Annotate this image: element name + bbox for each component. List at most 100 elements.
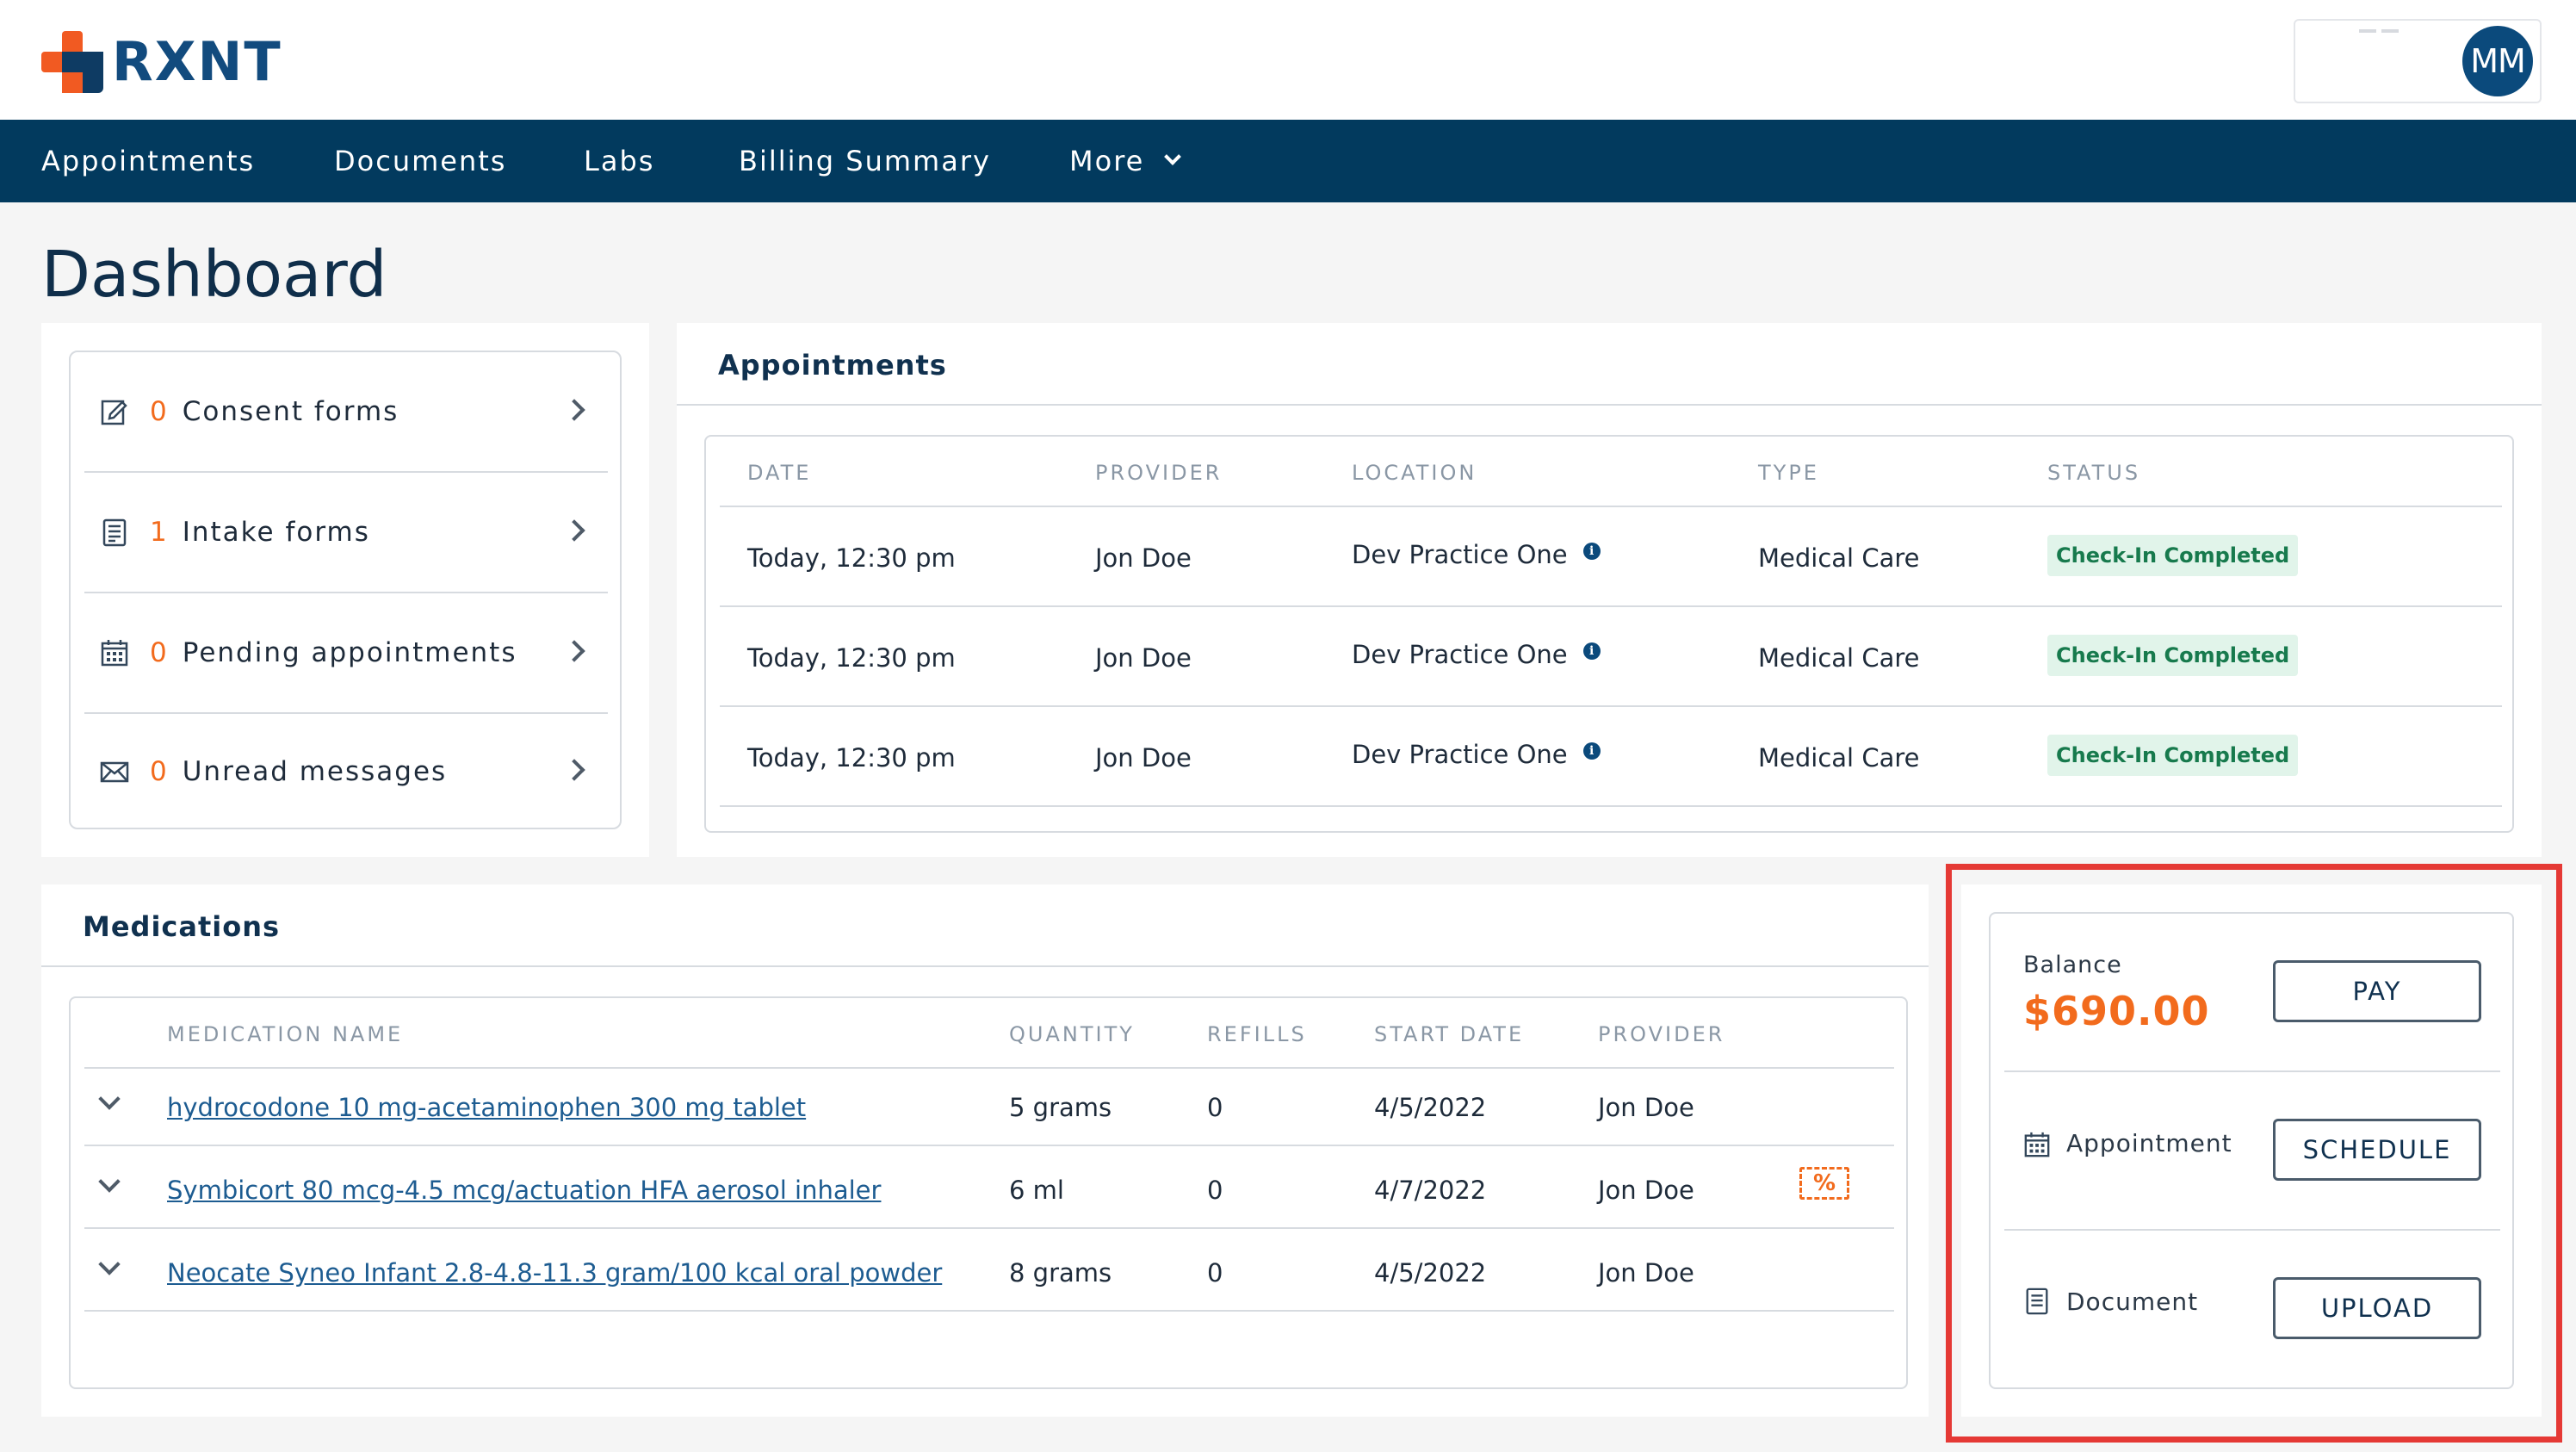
info-icon[interactable]: i	[1582, 642, 1601, 660]
chevron-right-icon	[563, 519, 585, 542]
count: 0	[150, 396, 167, 427]
count: 0	[150, 756, 167, 787]
chevron-right-icon	[563, 640, 585, 662]
nav-label: Appointments	[41, 145, 256, 177]
user-name-placeholder	[2359, 29, 2399, 33]
expand-chevron-icon[interactable]	[98, 1170, 121, 1193]
column-header-quantity: QUANTITY	[1009, 1022, 1135, 1046]
medication-refills: 0	[1207, 1176, 1223, 1205]
status-badge: Check-In Completed	[2047, 735, 2299, 776]
envelope-icon	[100, 761, 129, 783]
upload-button[interactable]: UPLOAD	[2273, 1277, 2481, 1339]
quick-link-label: Consent forms	[182, 396, 399, 427]
nav-label: Documents	[334, 145, 507, 177]
info-icon[interactable]: i	[1582, 742, 1601, 760]
column-header-provider: PROVIDER	[1095, 461, 1223, 485]
quick-link-label: Intake forms	[182, 517, 370, 548]
page-title: Dashboard	[41, 238, 387, 312]
nav-documents[interactable]: Documents	[334, 120, 506, 202]
column-header-provider: PROVIDER	[1598, 1022, 1725, 1046]
appointment-location: Dev Practice One i	[1352, 540, 1601, 569]
logo-cross-icon	[41, 31, 103, 93]
column-header-status: STATUS	[2047, 461, 2141, 485]
quick-link-intake-forms[interactable]: 1 Intake forms	[84, 473, 608, 592]
document-icon	[2026, 1288, 2048, 1315]
appointment-provider: Jon Doe	[1095, 743, 1192, 773]
logo-text: RXNT	[112, 30, 282, 93]
medication-refills: 0	[1207, 1093, 1223, 1122]
nav-more-dropdown[interactable]: More	[1069, 120, 1182, 202]
pay-button[interactable]: PAY	[2273, 960, 2481, 1022]
appointment-date: Today, 12:30 pm	[747, 743, 956, 773]
chevron-down-icon	[1164, 148, 1182, 165]
column-header-location: LOCATION	[1352, 461, 1477, 485]
schedule-button[interactable]: SCHEDULE	[2273, 1119, 2481, 1181]
appointment-provider: Jon Doe	[1095, 543, 1192, 573]
appointments-table: DATE PROVIDER LOCATION TYPE STATUS Today…	[704, 435, 2514, 833]
chevron-right-icon	[563, 399, 585, 421]
appointments-title: Appointments	[718, 349, 947, 382]
quick-link-unread-messages[interactable]: 0 Unread messages	[84, 712, 608, 831]
location-name: Dev Practice One	[1352, 540, 1568, 569]
column-header-type: TYPE	[1758, 461, 1819, 485]
quick-actions-box: Balance $690.00 PAY Appointment SCHEDULE…	[1989, 912, 2514, 1389]
quick-actions-card: Balance $690.00 PAY Appointment SCHEDULE…	[1961, 884, 2542, 1417]
chevron-right-icon	[563, 759, 585, 781]
medication-provider: Jon Doe	[1598, 1258, 1694, 1288]
medication-name[interactable]: Neocate Syneo Infant 2.8-4.8-11.3 gram/1…	[167, 1258, 942, 1288]
column-header-medication-name: MEDICATION NAME	[167, 1022, 404, 1046]
medication-start-date: 4/5/2022	[1374, 1093, 1487, 1122]
column-header-refills: REFILLS	[1207, 1022, 1307, 1046]
status-badge: Check-In Completed	[2047, 635, 2299, 676]
appointment-type: Medical Care	[1758, 743, 1920, 773]
appointment-location: Dev Practice One i	[1352, 640, 1601, 669]
location-name: Dev Practice One	[1352, 740, 1568, 769]
medication-name[interactable]: hydrocodone 10 mg-acetaminophen 300 mg t…	[167, 1093, 806, 1122]
medication-quantity: 8 grams	[1009, 1258, 1112, 1288]
medications-table: MEDICATION NAME QUANTITY REFILLS START D…	[69, 996, 1908, 1389]
nav-label: Billing Summary	[739, 145, 991, 177]
medication-quantity: 6 ml	[1009, 1176, 1064, 1205]
document-label: Document	[2066, 1288, 2199, 1316]
count: 1	[150, 517, 167, 548]
medication-name-link[interactable]: Symbicort 80 mcg-4.5 mcg/actuation HFA a…	[167, 1176, 881, 1205]
medication-quantity: 5 grams	[1009, 1093, 1112, 1122]
medication-refills: 0	[1207, 1258, 1223, 1288]
quick-links-card: 0 Consent forms 1 Intake forms 0 Pending…	[41, 323, 649, 857]
nav-billing-summary[interactable]: Billing Summary	[739, 120, 991, 202]
medication-start-date: 4/5/2022	[1374, 1258, 1487, 1288]
column-header-start-date: START DATE	[1374, 1022, 1525, 1046]
quick-link-pending-appointments[interactable]: 0 Pending appointments	[84, 593, 608, 712]
rxnt-logo[interactable]: RXNT	[41, 29, 282, 95]
appointments-card: Appointments DATE PROVIDER LOCATION TYPE…	[677, 323, 2542, 857]
expand-chevron-icon[interactable]	[98, 1253, 121, 1275]
medication-provider: Jon Doe	[1598, 1176, 1694, 1205]
discount-coupon-icon[interactable]: %	[1799, 1167, 1849, 1200]
medication-name[interactable]: Symbicort 80 mcg-4.5 mcg/actuation HFA a…	[167, 1176, 881, 1205]
appointment-provider: Jon Doe	[1095, 643, 1192, 673]
medication-provider: Jon Doe	[1598, 1093, 1694, 1122]
appointment-type: Medical Care	[1758, 643, 1920, 673]
nav-labs[interactable]: Labs	[584, 120, 654, 202]
medication-name-link[interactable]: hydrocodone 10 mg-acetaminophen 300 mg t…	[167, 1093, 806, 1122]
expand-chevron-icon[interactable]	[98, 1088, 121, 1110]
calendar-icon	[101, 640, 128, 667]
appointment-label: Appointment	[2066, 1129, 2232, 1157]
nav-label: Labs	[584, 145, 655, 177]
appointment-date: Today, 12:30 pm	[747, 543, 956, 573]
medication-name-link[interactable]: Neocate Syneo Infant 2.8-4.8-11.3 gram/1…	[167, 1258, 942, 1288]
balance-amount: $690.00	[2023, 988, 2210, 1034]
appointment-date: Today, 12:30 pm	[747, 643, 956, 673]
quick-link-consent-forms[interactable]: 0 Consent forms	[84, 352, 608, 471]
status-badge: Check-In Completed	[2047, 535, 2299, 576]
avatar[interactable]: MM	[2462, 26, 2533, 96]
nav-appointments[interactable]: Appointments	[41, 120, 255, 202]
appointment-location: Dev Practice One i	[1352, 740, 1601, 769]
quick-link-label: Pending appointments	[182, 637, 517, 668]
medications-card: Medications MEDICATION NAME QUANTITY REF…	[41, 884, 1929, 1417]
quick-links-list: 0 Consent forms 1 Intake forms 0 Pending…	[69, 351, 622, 829]
count: 0	[150, 637, 167, 668]
info-icon[interactable]: i	[1582, 543, 1601, 560]
medications-title: Medications	[83, 910, 281, 943]
location-name: Dev Practice One	[1352, 640, 1568, 669]
